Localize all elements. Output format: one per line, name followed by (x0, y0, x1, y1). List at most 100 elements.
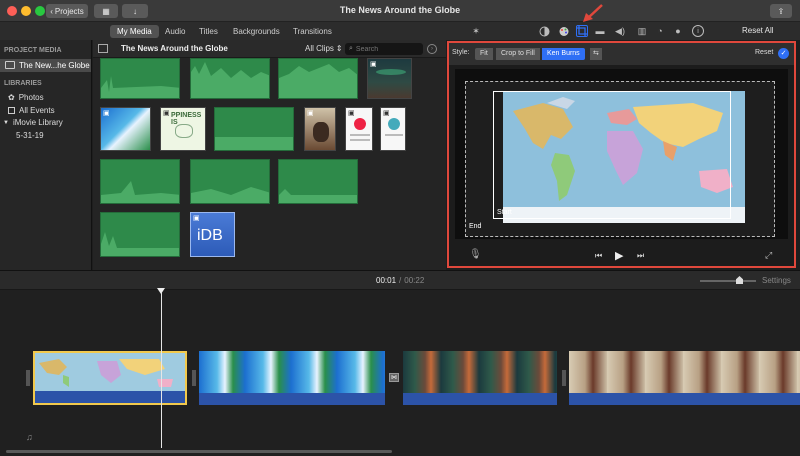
previous-button[interactable]: ⏮ (595, 251, 602, 261)
audio-clip-thumbnail[interactable] (214, 107, 294, 151)
video-preview: Start End (455, 69, 788, 239)
next-button[interactable]: ⏭ (637, 251, 644, 261)
crop-to-fill-button[interactable]: Crop to Fill (496, 48, 540, 60)
up-down-chevron-icon: ⇕ (335, 44, 343, 53)
apply-checkmark-icon[interactable]: ✓ (778, 48, 789, 59)
tab-transitions[interactable]: Transitions (286, 25, 339, 38)
search-input[interactable] (355, 44, 414, 54)
search-field[interactable]: ⌕ (345, 43, 423, 55)
crop-icon[interactable] (576, 25, 588, 37)
viewer-panel: Style: Fit Crop to Fill Ken Burns ⇆ Rese… (447, 41, 796, 268)
audio-clip-thumbnail[interactable] (190, 159, 270, 204)
dog-photo-thumbnail[interactable]: ▣ (304, 107, 336, 151)
screenshot-thumbnail[interactable]: ▣ (345, 107, 373, 151)
camera-icon: ▣ (383, 110, 390, 117)
timecode-display: 00:01 / 00:22 (376, 276, 425, 285)
zoom-window-button[interactable] (35, 6, 45, 16)
swap-start-end-button[interactable]: ⇆ (590, 48, 602, 60)
import-button[interactable]: ↓ (122, 4, 148, 18)
sidebar-item-imovie-library[interactable]: ▼ iMovie Library (3, 118, 63, 127)
sidebar-item-all-events[interactable]: All Events (8, 106, 55, 115)
music-note-icon[interactable]: ♫ (26, 432, 33, 442)
window-title: The News Around the Globe (339, 5, 461, 15)
camera-icon: ▣ (163, 110, 170, 117)
timeline-clip-aurora[interactable] (403, 351, 557, 405)
disclosure-triangle-icon: ▼ (3, 119, 9, 126)
equalizer-icon[interactable]: ▥ (636, 25, 648, 37)
audio-clip-thumbnail[interactable] (190, 58, 270, 99)
reset-all-button[interactable]: Reset All (742, 26, 774, 35)
library-layout-button[interactable]: ▦ (94, 4, 118, 18)
timeline-settings-button[interactable]: Settings (762, 276, 791, 285)
fullscreen-icon[interactable]: ⤢ (765, 250, 772, 261)
close-window-button[interactable] (7, 6, 17, 16)
stabilization-icon[interactable]: ▬ (594, 25, 606, 37)
color-correction-icon[interactable] (558, 25, 570, 37)
fit-button[interactable]: Fit (475, 48, 493, 60)
speed-icon[interactable]: ◔ (654, 25, 666, 37)
tab-audio[interactable]: Audio (158, 25, 192, 38)
tab-backgrounds[interactable]: Backgrounds (226, 25, 287, 38)
audio-clip-thumbnail[interactable] (100, 159, 180, 204)
timeline: ⋈ ♫ (0, 288, 800, 456)
camera-icon: ▣ (370, 61, 377, 68)
minimize-window-button[interactable] (21, 6, 31, 16)
audio-clip-thumbnail[interactable] (100, 212, 180, 257)
next-arrow-icon[interactable]: › (427, 44, 437, 54)
timeline-clip-world-map[interactable] (33, 351, 187, 405)
timeline-clip-dog[interactable] (569, 351, 800, 405)
idb-logo-thumbnail[interactable]: ▣ iDB (190, 212, 235, 257)
clip-audio-waveform (199, 393, 385, 405)
end-label: End (469, 223, 482, 230)
media-tab-bar: My Media Audio Titles Backgrounds Transi… (0, 22, 446, 40)
playhead-line[interactable] (161, 292, 162, 448)
camera-icon: ▣ (193, 215, 200, 222)
start-frame-rect[interactable] (493, 91, 731, 219)
chevron-left-icon: ‹ (50, 6, 53, 16)
color-balance-icon[interactable] (538, 25, 550, 37)
microphone-icon[interactable]: 🎙 (469, 249, 482, 260)
aurora-photo-thumbnail[interactable]: ▣ (367, 58, 412, 99)
clip-trim-handle[interactable] (26, 370, 30, 386)
tab-titles[interactable]: Titles (192, 25, 225, 38)
projects-button[interactable]: ‹ Projects (46, 4, 88, 18)
clips-filter-select[interactable]: All Clips ⇕ (305, 44, 343, 53)
camera-icon: ▣ (103, 110, 110, 117)
ken-burns-button[interactable]: Ken Burns (542, 48, 585, 60)
clip-trim-handle[interactable] (192, 370, 196, 386)
zoom-slider[interactable] (700, 280, 756, 282)
sidebar-item-project[interactable]: The New...he Globe (0, 59, 91, 72)
audio-clip-thumbnail[interactable] (278, 58, 358, 99)
swap-arrows-icon: ⇆ (593, 50, 599, 57)
screenshot-thumbnail[interactable]: ▣ (380, 107, 406, 151)
adjustments-toolbar: ✶ ▬ ◀) ▥ ◔ ● i Reset All (446, 22, 800, 40)
info-icon[interactable]: i (692, 25, 704, 37)
reset-button[interactable]: Reset (755, 49, 773, 56)
audio-clip-thumbnail[interactable] (278, 159, 358, 204)
happiness-photo-thumbnail[interactable]: ▣ PPINESS IS (160, 107, 206, 151)
share-button[interactable]: ⇪ (770, 4, 792, 18)
filter-icon[interactable]: ● (672, 25, 684, 37)
audio-clip-thumbnail[interactable] (100, 58, 180, 99)
media-browser-header: The News Around the Globe All Clips ⇕ ⌕ … (93, 40, 446, 58)
timeline-scrollbar[interactable] (6, 450, 392, 453)
clip-audio-waveform (569, 393, 800, 405)
title-bar: ‹ Projects ▦ ↓ The News Around the Globe… (0, 0, 800, 22)
magic-wand-icon[interactable]: ✶ (470, 25, 482, 37)
sidebar-item-event-date[interactable]: 5-31-19 (16, 131, 44, 140)
camera-icon: ▣ (348, 110, 355, 117)
timeline-clip-waterfalls[interactable] (199, 351, 385, 405)
zoom-slider-knob[interactable] (736, 276, 743, 284)
play-icon: ▶ (615, 250, 624, 262)
tab-my-media[interactable]: My Media (110, 25, 159, 38)
play-button[interactable]: ▶ (615, 249, 623, 262)
clip-trim-handle[interactable] (562, 370, 566, 386)
skip-forward-icon: ⏭ (637, 251, 645, 260)
volume-icon[interactable]: ◀) (614, 25, 626, 37)
transition-icon[interactable]: ⋈ (389, 373, 399, 382)
sidebar-toggle-icon[interactable] (98, 44, 108, 53)
project-media-header: PROJECT MEDIA (4, 47, 62, 54)
waterfall-photo-thumbnail[interactable]: ▣ (100, 107, 151, 151)
photos-icon: ✿ (8, 93, 15, 102)
sidebar-item-photos[interactable]: ✿ Photos (8, 93, 44, 102)
